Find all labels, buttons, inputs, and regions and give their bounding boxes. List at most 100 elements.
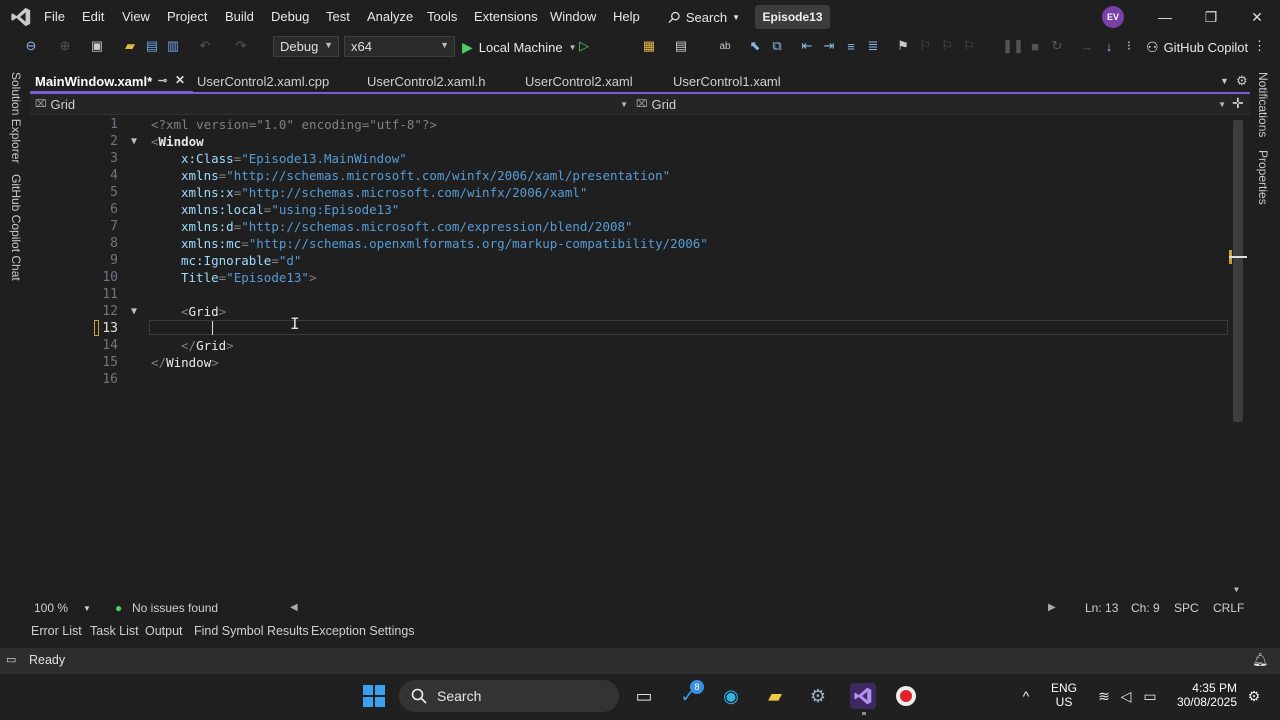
- open-folder-icon[interactable]: ▰: [121, 37, 139, 55]
- uncomment-icon[interactable]: ≣: [864, 37, 882, 55]
- code-editor[interactable]: 1 2 3 4 5 6 7 8 9 10 11 12 13 14 15 16 ▼…: [30, 115, 1247, 597]
- menu-help[interactable]: Help: [613, 9, 640, 24]
- spellcheck-icon[interactable]: ab: [716, 37, 734, 55]
- bookmark-icon[interactable]: ⚑: [894, 37, 912, 55]
- new-item-icon[interactable]: ▣: [88, 37, 106, 55]
- tab-error-list[interactable]: Error List: [31, 624, 82, 638]
- chevron-up-icon[interactable]: ^: [1013, 683, 1039, 709]
- notification-center-icon[interactable]: ⚙: [1241, 683, 1267, 709]
- task-view-icon[interactable]: ▭: [631, 683, 657, 709]
- tab-overflow-icon[interactable]: ▼: [1220, 76, 1229, 86]
- save-icon[interactable]: ▤: [143, 37, 161, 55]
- line-ending-indicator[interactable]: CRLF: [1213, 601, 1244, 615]
- prev-bookmark-icon[interactable]: ⚐: [916, 37, 934, 55]
- line-indicator[interactable]: Ln: 13: [1085, 601, 1118, 615]
- windows-start-icon[interactable]: [361, 683, 387, 709]
- tab-usercontrol2-xaml[interactable]: UserControl2.xaml: [525, 70, 633, 93]
- select-element-icon[interactable]: ⬉: [746, 37, 764, 55]
- pause-icon[interactable]: ❚❚: [1002, 37, 1024, 55]
- volume-icon[interactable]: ◁: [1113, 683, 1139, 709]
- language-indicator[interactable]: ENG US: [1046, 681, 1082, 709]
- save-all-icon[interactable]: ▥: [164, 37, 182, 55]
- menu-edit[interactable]: Edit: [82, 9, 104, 24]
- menu-extensions[interactable]: Extensions: [474, 9, 538, 24]
- menu-debug[interactable]: Debug: [271, 9, 309, 24]
- step-into-icon[interactable]: ↓: [1100, 37, 1118, 55]
- whitespace-indicator[interactable]: SPC: [1174, 601, 1199, 615]
- left-scope-dropdown[interactable]: ⌧ Grid ▼: [35, 96, 628, 113]
- battery-icon[interactable]: ▭: [1137, 683, 1163, 709]
- menu-project[interactable]: Project: [167, 9, 207, 24]
- scroll-left-icon[interactable]: ◀: [290, 602, 298, 613]
- menu-test[interactable]: Test: [326, 9, 350, 24]
- visual-studio-taskbar-icon[interactable]: [850, 683, 876, 709]
- copilot-chat-tab[interactable]: GitHub Copilot Chat: [9, 174, 23, 281]
- more-icon[interactable]: ⋮: [1253, 38, 1266, 54]
- edge-browser-icon[interactable]: ◉: [718, 683, 744, 709]
- menu-build[interactable]: Build: [225, 9, 254, 24]
- menu-window[interactable]: Window: [550, 9, 596, 24]
- solution-name-badge[interactable]: Episode13: [755, 5, 830, 29]
- tab-find-symbol-results[interactable]: Find Symbol Results: [194, 624, 309, 638]
- tab-output[interactable]: Output: [145, 624, 183, 638]
- tab-usercontrol2-xaml-cpp[interactable]: UserControl2.xaml.cpp: [197, 70, 329, 93]
- zoom-level[interactable]: 100 %: [34, 601, 68, 615]
- tab-exception-settings[interactable]: Exception Settings: [311, 624, 415, 638]
- fold-chevron-icon[interactable]: ▼: [131, 306, 137, 317]
- layout-icon[interactable]: ▤: [672, 37, 690, 55]
- run-local-machine-button[interactable]: ▶ Local Machine ▼: [462, 37, 577, 57]
- tab-mainwindow-xaml[interactable]: MainWindow.xaml* ⊸ ✕: [30, 70, 193, 93]
- file-explorer-icon[interactable]: ▰: [762, 683, 788, 709]
- overflow-icon[interactable]: ⁝: [1120, 37, 1138, 55]
- system-clock[interactable]: 4:35 PM 30/08/2025: [1175, 681, 1237, 709]
- configuration-dropdown[interactable]: Debug ▼: [273, 36, 339, 57]
- start-without-debug-icon[interactable]: ▷: [575, 37, 593, 55]
- indent-icon[interactable]: ⇥: [820, 37, 838, 55]
- search-button[interactable]: Search ▼: [668, 7, 740, 27]
- stop-icon[interactable]: ■: [1026, 37, 1044, 55]
- close-tab-icon[interactable]: ✕: [175, 73, 185, 87]
- restart-icon[interactable]: ↻: [1048, 37, 1066, 55]
- close-icon[interactable]: ✕: [1242, 6, 1272, 28]
- menu-view[interactable]: View: [122, 9, 150, 24]
- restore-icon[interactable]: ❐: [1196, 6, 1226, 28]
- back-icon[interactable]: ⊖: [22, 37, 40, 55]
- notification-bell-icon[interactable]: 🔔︎: [1252, 652, 1269, 668]
- menu-file[interactable]: File: [44, 9, 65, 24]
- menu-analyze[interactable]: Analyze: [367, 9, 413, 24]
- tab-usercontrol2-xaml-h[interactable]: UserControl2.xaml.h: [367, 70, 486, 93]
- split-editor-icon[interactable]: ✛: [1232, 95, 1244, 112]
- clear-bookmarks-icon[interactable]: ⚐: [960, 37, 978, 55]
- github-copilot-button[interactable]: ⚇ GitHub Copilot: [1146, 37, 1248, 57]
- step-over-icon[interactable]: →: [1078, 37, 1096, 55]
- pin-icon[interactable]: ⊸: [158, 74, 167, 87]
- column-indicator[interactable]: Ch: 9: [1131, 601, 1160, 615]
- vertical-scrollbar[interactable]: [1233, 120, 1243, 422]
- layout-adorners-icon[interactable]: ⧉: [768, 37, 786, 55]
- tab-task-list[interactable]: Task List: [90, 624, 139, 638]
- notifications-tab[interactable]: Notifications: [1256, 72, 1270, 137]
- comment-icon[interactable]: ≡: [842, 37, 860, 55]
- right-scope-dropdown[interactable]: ⌧ Grid ▼: [636, 96, 1226, 113]
- gear-icon[interactable]: ⚙: [1236, 73, 1248, 89]
- solution-explorer-icon[interactable]: ▦: [640, 37, 658, 55]
- menu-tools[interactable]: Tools: [427, 9, 457, 24]
- settings-gear-icon[interactable]: ⚙: [805, 683, 831, 709]
- undo-icon[interactable]: ↶: [196, 37, 214, 55]
- avatar[interactable]: EV: [1102, 6, 1124, 28]
- forward-icon[interactable]: ⊕: [56, 37, 74, 55]
- properties-tab[interactable]: Properties: [1256, 150, 1270, 205]
- platform-dropdown[interactable]: x64 ▼: [344, 36, 455, 57]
- minimize-icon[interactable]: —: [1150, 6, 1180, 28]
- tab-usercontrol1-xaml[interactable]: UserControl1.xaml: [673, 70, 781, 93]
- scroll-right-icon[interactable]: ▶: [1048, 602, 1056, 613]
- scroll-down-icon[interactable]: ▼: [1234, 585, 1239, 594]
- fold-chevron-icon[interactable]: ▼: [131, 136, 137, 147]
- redo-icon[interactable]: ↷: [232, 37, 250, 55]
- solution-explorer-tab[interactable]: Solution Explorer: [9, 72, 23, 163]
- taskbar-search-box[interactable]: Search: [399, 680, 619, 712]
- outdent-icon[interactable]: ⇤: [798, 37, 816, 55]
- next-bookmark-icon[interactable]: ⚐: [938, 37, 956, 55]
- chevron-down-icon[interactable]: ▼: [83, 604, 91, 613]
- issues-status[interactable]: No issues found: [132, 601, 218, 615]
